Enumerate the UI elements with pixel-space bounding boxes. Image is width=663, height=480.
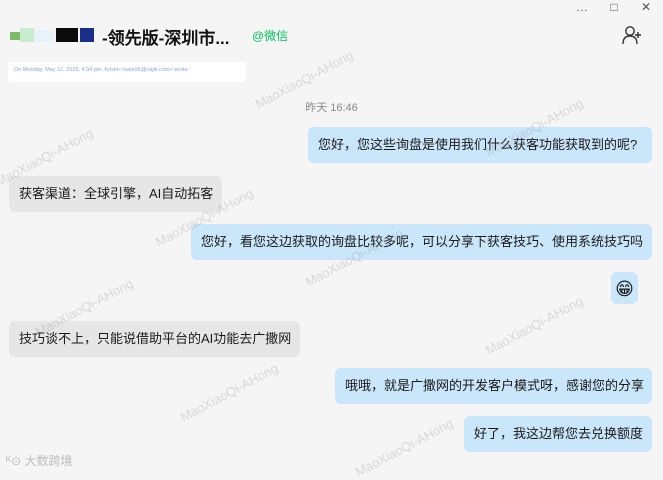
quoted-email-header: On Monday, May 12, 2025, 4:34 pm, Kristi… bbox=[14, 67, 190, 73]
maximize-button[interactable]: □ bbox=[598, 0, 630, 14]
message-bubble-sent[interactable]: 您好，看您这边获取的询盘比较多呢，可以分享下获客技巧、使用系统技巧吗 bbox=[191, 224, 652, 260]
brand-text: 大数跨境 bbox=[24, 454, 73, 468]
brand-logo: ᴷ⊙ 大数跨境 bbox=[6, 452, 73, 469]
message-bubble-received[interactable]: 获客渠道：全球引擎，AI自动拓客 bbox=[9, 176, 222, 212]
more-icon: … bbox=[576, 0, 588, 14]
grinning-emoji-icon[interactable]: 😁 bbox=[611, 272, 638, 304]
message-bubble-received[interactable]: 技巧谈不上，只能说借助平台的AI功能去广撒网 bbox=[9, 321, 300, 357]
message-bubble-sent[interactable]: 哦哦，就是广撒网的开发客户模式呀，感谢您的分享 bbox=[335, 368, 652, 404]
quoted-email-card[interactable]: On Monday, May 12, 2025, 4:34 pm, Kristi… bbox=[8, 62, 246, 82]
close-icon: ✕ bbox=[640, 0, 652, 14]
contact-avatar-redacted bbox=[10, 26, 96, 46]
timestamp: 昨天 16:46 bbox=[305, 102, 358, 114]
more-options-button[interactable]: … bbox=[566, 0, 598, 14]
close-button[interactable]: ✕ bbox=[630, 0, 662, 14]
maximize-icon: □ bbox=[610, 0, 618, 14]
title-bar: -领先版-深圳市... @微信 … □ ✕ bbox=[0, 0, 663, 62]
chat-title: -领先版-深圳市... bbox=[102, 29, 230, 48]
wechat-tag: @微信 bbox=[252, 29, 289, 43]
chat-area[interactable]: On Monday, May 12, 2025, 4:34 pm, Kristi… bbox=[0, 62, 663, 473]
message-bubble-sent[interactable]: 您好，您这些询盘是使用我们什么获客功能获取到的呢? bbox=[308, 127, 652, 163]
message-bubble-sent[interactable]: 好了，我这边帮您去兑换额度 bbox=[464, 416, 652, 452]
k-logo-icon: ᴷ⊙ bbox=[6, 454, 25, 468]
add-person-icon[interactable] bbox=[621, 24, 643, 46]
